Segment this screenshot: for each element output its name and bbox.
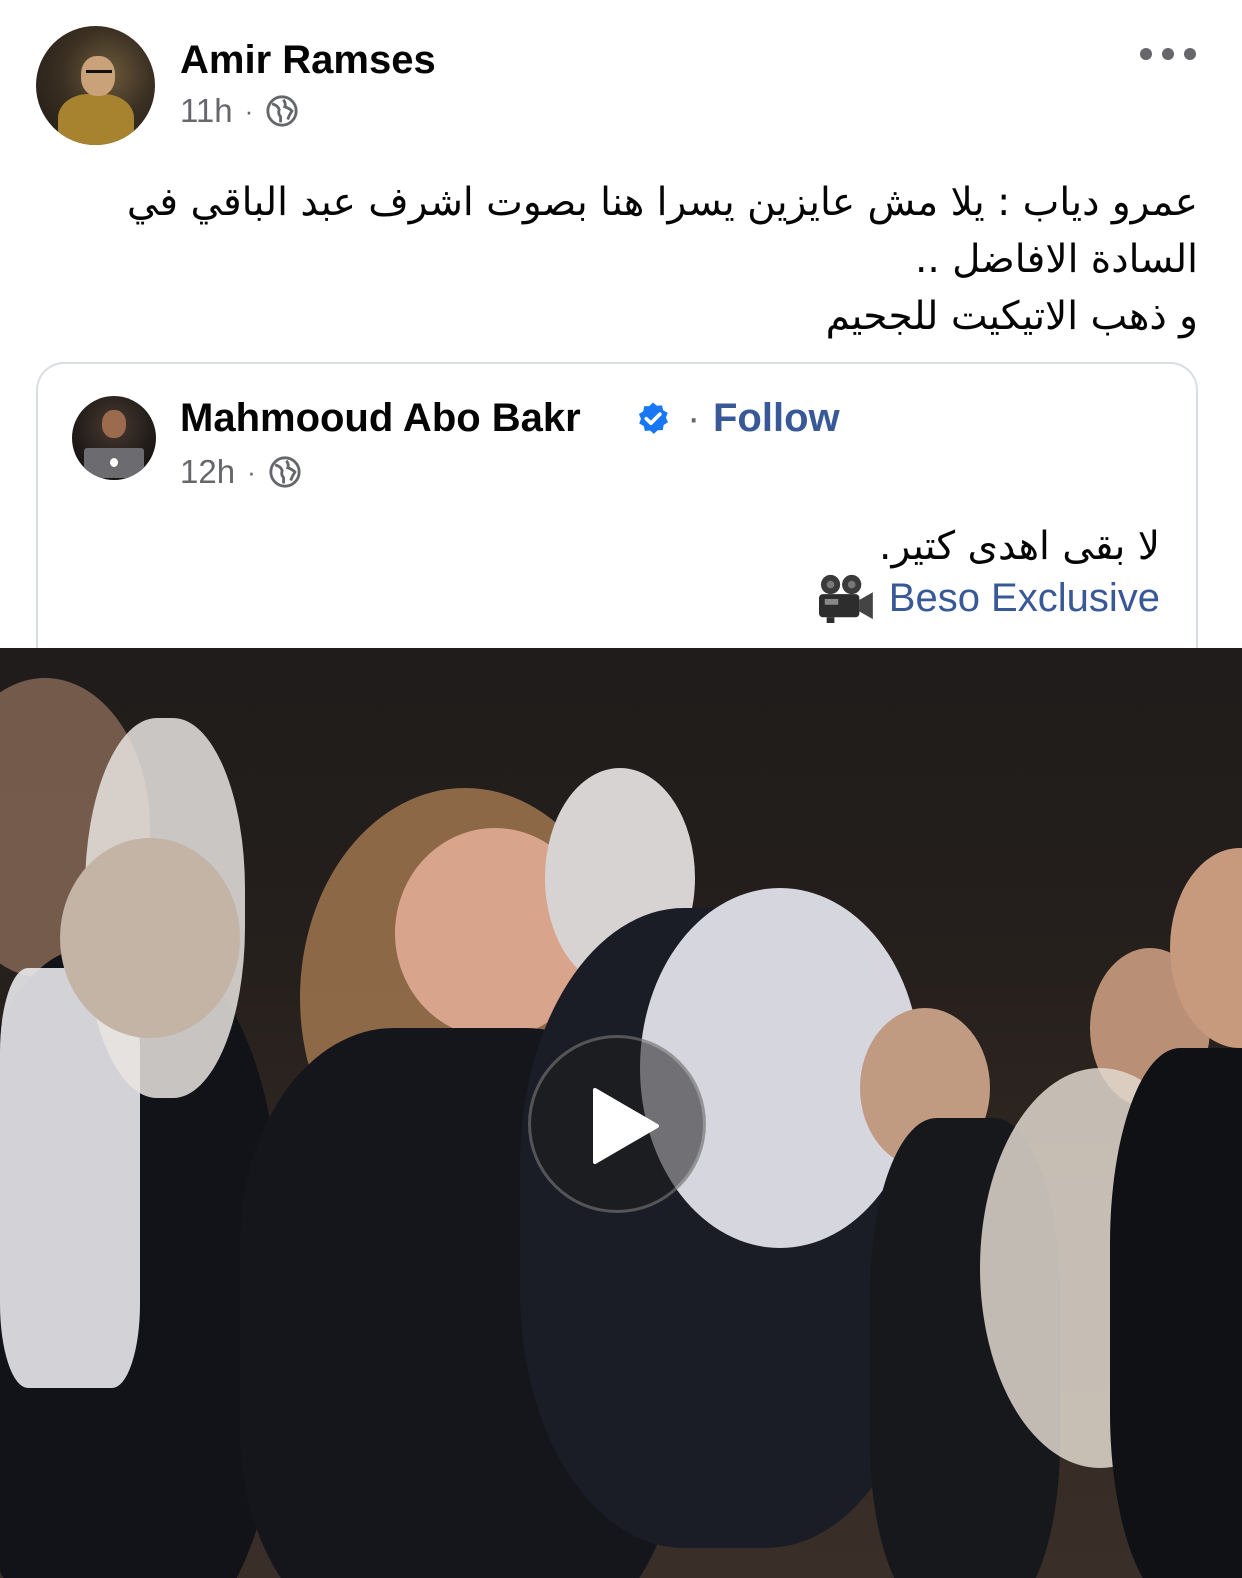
avatar-apple-logo <box>110 458 118 467</box>
more-dot <box>1162 48 1174 60</box>
post-meta: 11h · <box>180 92 299 130</box>
source-link[interactable]: Beso Exclusive <box>889 576 1160 621</box>
globe-icon <box>269 456 301 488</box>
post-header: Amir Ramses 11h · <box>0 0 1242 160</box>
post-text-line: السادة الافاضل .. <box>914 237 1198 282</box>
video-figure <box>1110 1048 1242 1578</box>
play-button[interactable] <box>528 1035 706 1213</box>
more-options-icon[interactable] <box>1140 42 1196 66</box>
author-avatar[interactable] <box>36 26 155 145</box>
post-text-line: و ذهب الاتيكيت للجحيم <box>825 294 1198 339</box>
shared-post-time[interactable]: 12h <box>180 453 235 491</box>
shared-author-avatar[interactable] <box>72 396 156 480</box>
follow-button[interactable]: Follow <box>713 396 840 441</box>
video-figure <box>60 838 240 1038</box>
post-text-line: عمرو دياب : يلا مش عايزين يسرا هنا بصوت … <box>126 180 1198 225</box>
play-icon <box>593 1088 659 1164</box>
verified-badge-icon <box>638 402 668 434</box>
movie-camera-icon <box>818 574 873 623</box>
more-dot <box>1184 48 1196 60</box>
post-text: عمرو دياب : يلا مش عايزين يسرا هنا بصوت … <box>60 174 1198 345</box>
shared-post-meta: 12h · <box>180 453 302 491</box>
meta-separator: · <box>247 456 256 487</box>
avatar-shirt <box>58 94 134 145</box>
post-time[interactable]: 11h <box>180 92 233 130</box>
globe-icon <box>266 95 298 127</box>
follow-separator: · <box>687 396 701 440</box>
avatar-face <box>102 410 126 438</box>
shared-author-name[interactable]: Mahmooud Abo Bakr <box>180 396 581 441</box>
avatar-glasses <box>86 70 112 76</box>
author-name[interactable]: Amir Ramses <box>180 38 436 83</box>
meta-separator: · <box>244 95 254 126</box>
avatar-face <box>81 56 115 96</box>
more-dot <box>1140 48 1152 60</box>
shared-post-text: لا بقى اهدى كتير. <box>879 524 1160 569</box>
source-line: Beso Exclusive <box>780 570 1160 626</box>
